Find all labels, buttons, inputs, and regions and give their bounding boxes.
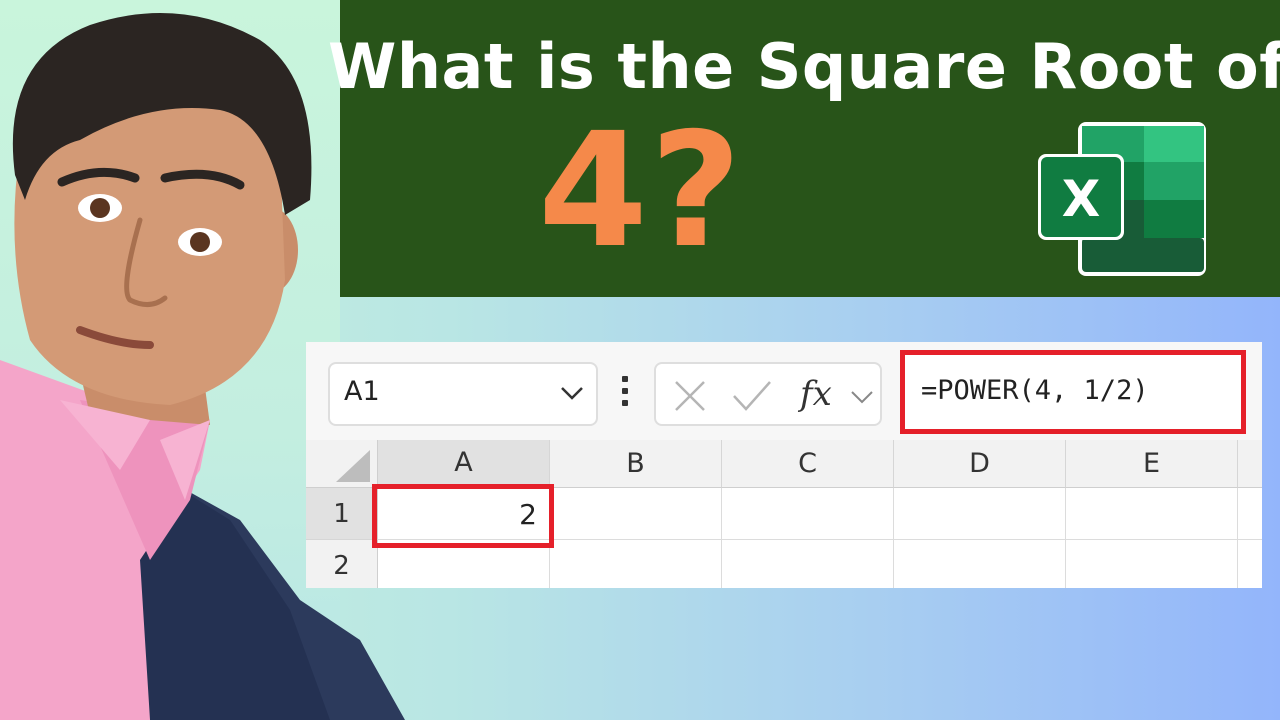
column-header-b[interactable]: B <box>550 440 722 488</box>
insert-function-icon[interactable]: fx <box>800 374 832 414</box>
cell-f2[interactable] <box>1238 540 1262 588</box>
formula-input[interactable]: =POWER(4, 1/2) <box>900 350 1246 434</box>
presenter-photo <box>0 13 405 720</box>
chevron-down-icon[interactable] <box>560 386 584 400</box>
column-header-e[interactable]: E <box>1066 440 1238 488</box>
cell-c1[interactable] <box>722 488 894 540</box>
chevron-down-icon[interactable] <box>850 390 874 404</box>
spreadsheet-panel: A1 fx =POWER(4, 1/2) A B C D E 1 2 2 <box>306 342 1262 588</box>
thumbnail-number: 4? <box>538 99 744 283</box>
cell-c2[interactable] <box>722 540 894 588</box>
column-header-c[interactable]: C <box>722 440 894 488</box>
worksheet-grid: A B C D E 1 2 2 <box>306 440 1262 588</box>
cell-e1[interactable] <box>1066 488 1238 540</box>
enter-check-icon[interactable] <box>730 378 774 414</box>
cell-d2[interactable] <box>894 540 1066 588</box>
excel-logo-letter: X <box>1062 170 1101 228</box>
column-header-f[interactable] <box>1238 440 1262 488</box>
cell-f1[interactable] <box>1238 488 1262 540</box>
excel-logo-icon: X <box>1038 122 1206 276</box>
formula-controls: fx <box>654 362 882 426</box>
cancel-icon[interactable] <box>672 378 708 414</box>
more-options-icon[interactable] <box>620 376 630 412</box>
cell-b2[interactable] <box>550 540 722 588</box>
column-header-d[interactable]: D <box>894 440 1066 488</box>
cell-b1[interactable] <box>550 488 722 540</box>
thumbnail-title: What is the Square Root of <box>328 30 1280 103</box>
formula-text: =POWER(4, 1/2) <box>921 375 1149 406</box>
cell-d1[interactable] <box>894 488 1066 540</box>
cell-e2[interactable] <box>1066 540 1238 588</box>
